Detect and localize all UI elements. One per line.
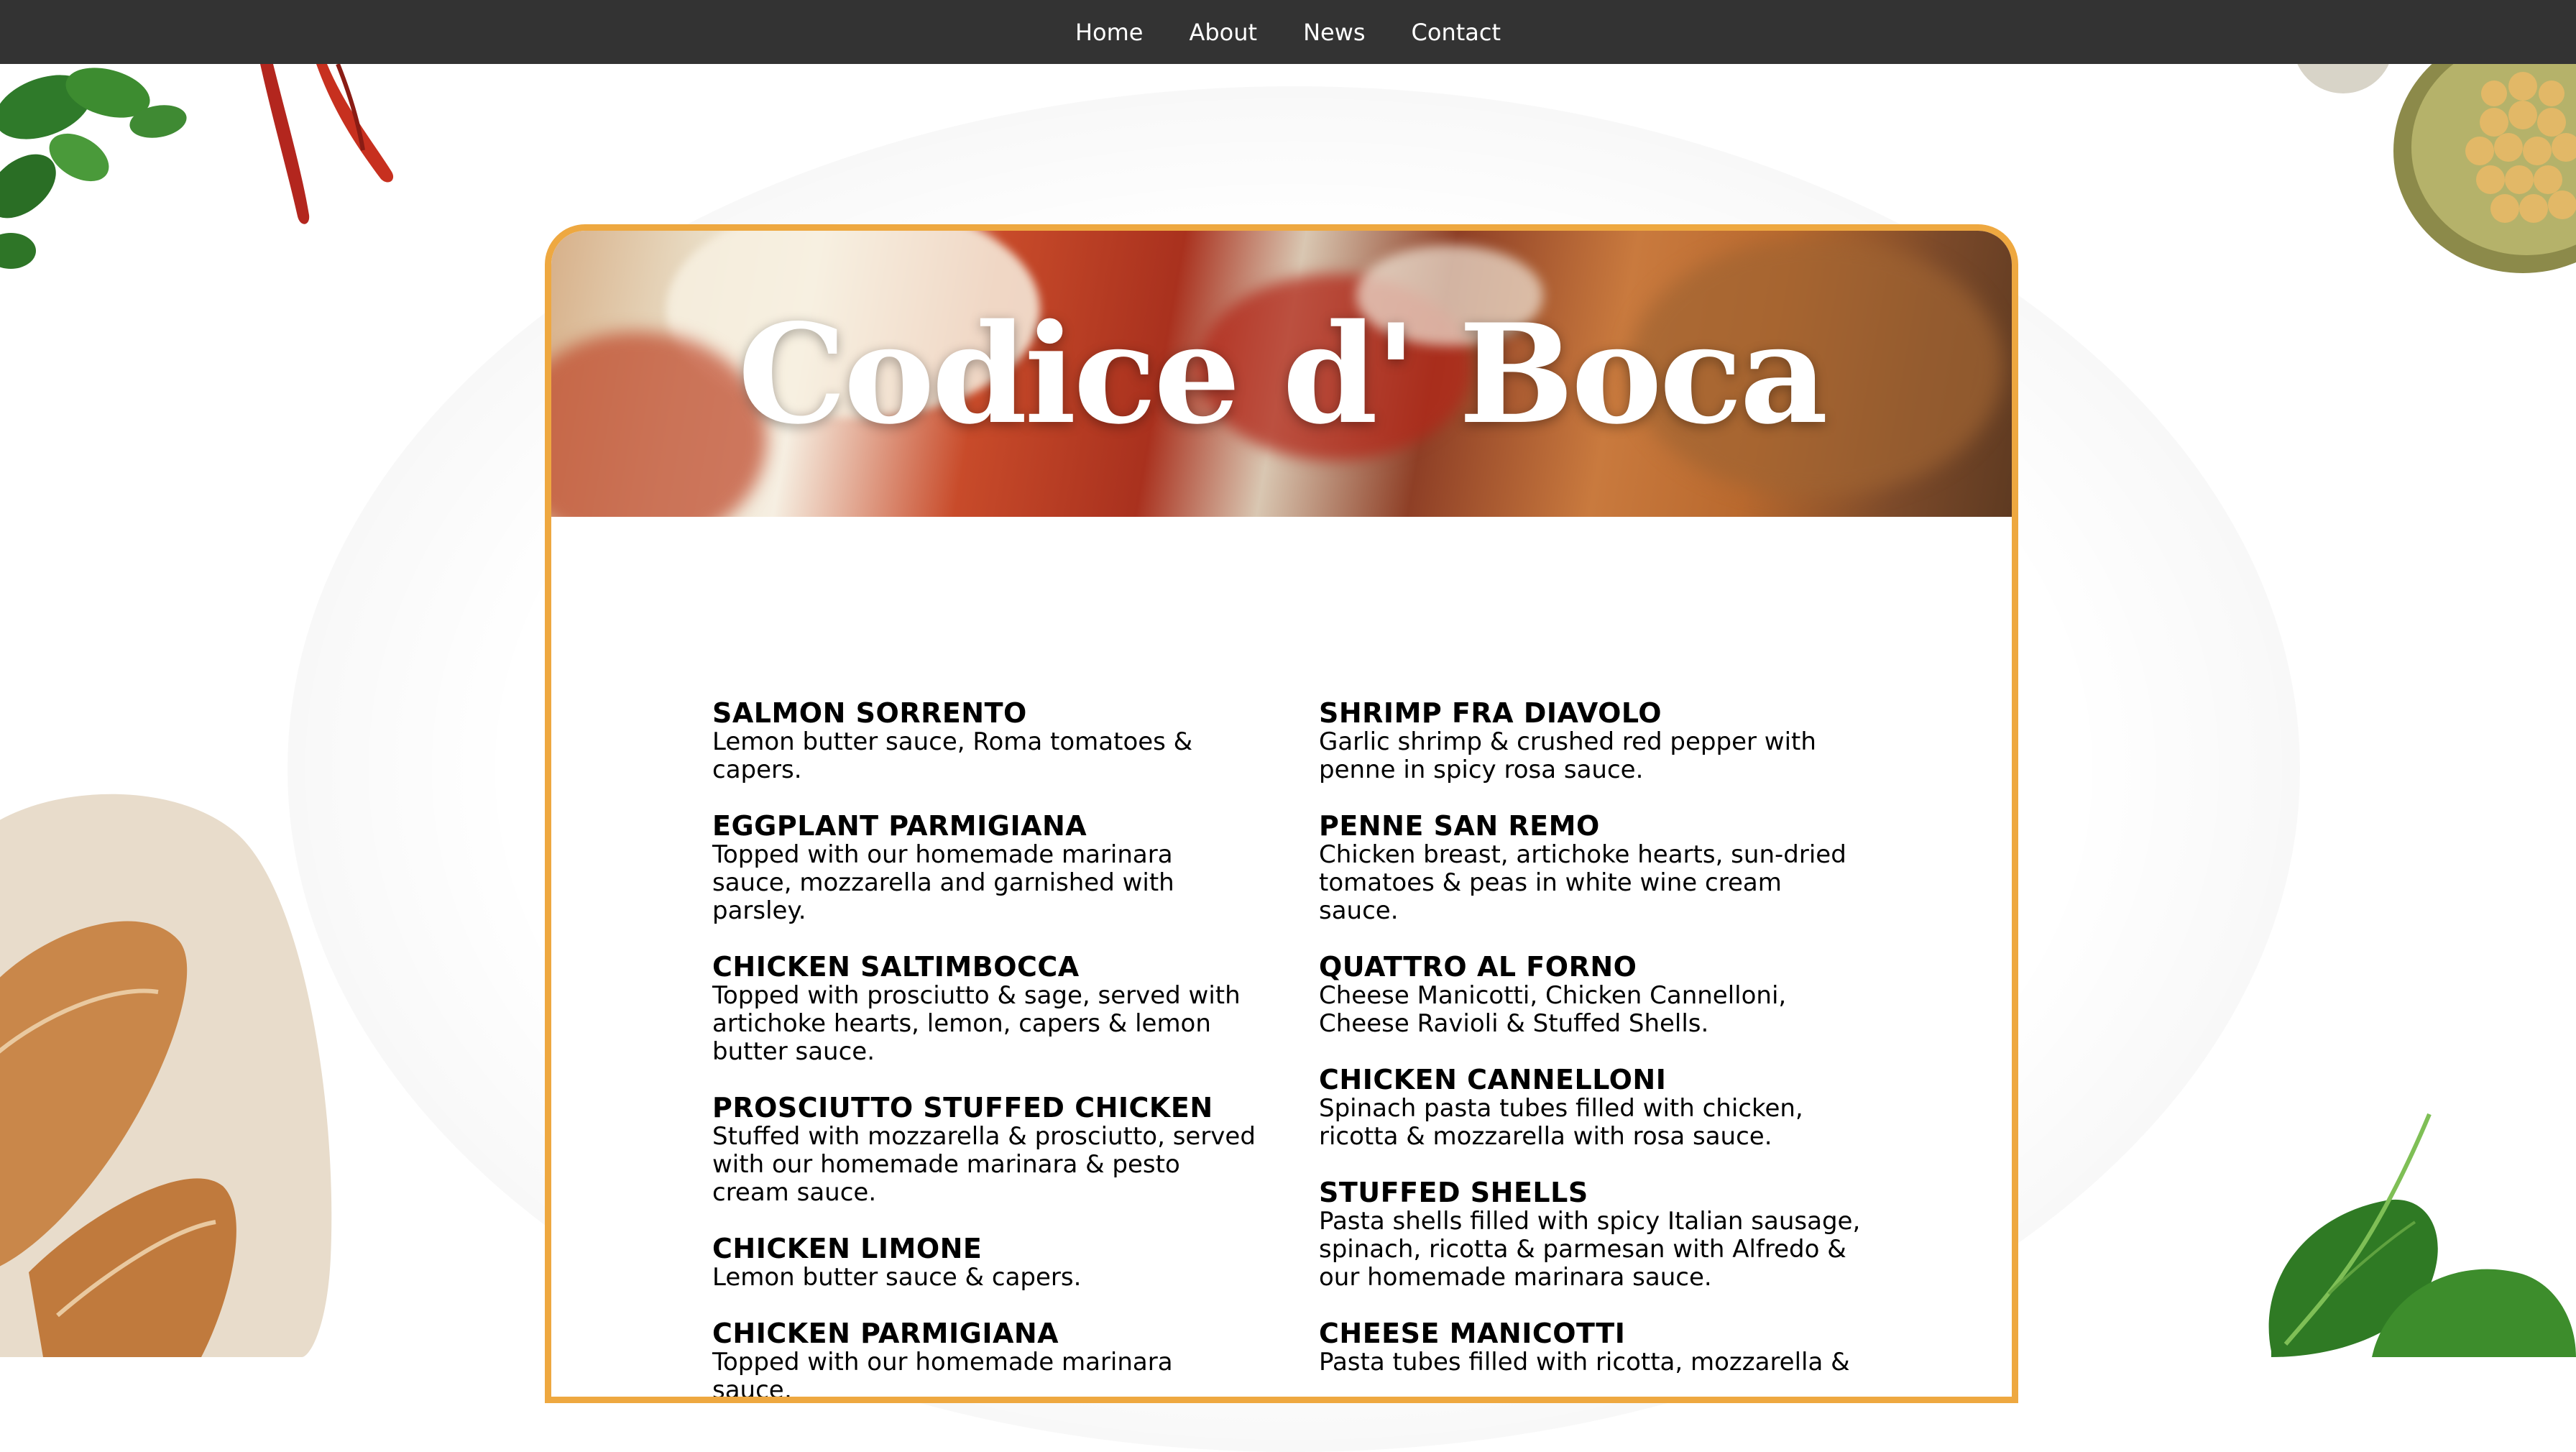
menu-item-name: QUATTRO AL FORNO [1319,951,1637,983]
menu-item-description: Pasta tubes filled with ricotta, mozzare… [1319,1348,1850,1377]
menu-item-name: PROSCIUTTO STUFFED CHICKEN [712,1092,1213,1124]
cilantro-chili-decoration [0,64,394,269]
menu-item-description: Chicken breast, artichoke hearts, sun-dr… [1319,840,1846,925]
top-navigation: Home About News Contact [0,0,2576,64]
restaurant-title: Codice d' Boca [737,293,1828,454]
menu-column-left: SALMON SORRENTO Lemon butter sauce, Roma… [712,698,1259,1403]
menu-item-name: EGGPLANT PARMIGIANA [712,810,1087,842]
menu-item-description: Stuffed with mozzarella & prosciutto, se… [712,1122,1256,1207]
nav-about-link[interactable]: About [1189,19,1257,46]
menu-item-description: Cheese Manicotti, Chicken Cannelloni, Ch… [1319,981,1787,1038]
menu-item-description: Topped with our homemade marinara sauce,… [712,840,1174,925]
menu-item-description: Topped with our homemade marinara sauce, [712,1348,1173,1403]
menu-column-right: SHRIMP FRA DIAVOLO Garlic shrimp & crush… [1319,698,1865,1397]
menu-item: SALMON SORRENTO Lemon butter sauce, Roma… [712,698,1259,784]
menu-item: CHICKEN CANNELLONI Spinach pasta tubes f… [1319,1065,1865,1151]
menu-item: CHICKEN PARMIGIANA Topped with our homem… [712,1318,1259,1403]
menu-item-description: Spinach pasta tubes filled with chicken,… [1319,1094,1803,1151]
menu-item-description: Garlic shrimp & crushed red pepper with … [1319,727,1816,784]
menu-item-description: Pasta shells filled with spicy Italian s… [1319,1207,1861,1292]
menu-item: STUFFED SHELLS Pasta shells filled with … [1319,1177,1865,1292]
nav-news-link[interactable]: News [1303,19,1365,46]
chickpea-bowl-decoration [2293,43,2576,273]
menu-card: Codice d' Boca SALMON SORRENTO Lemon but… [545,224,2018,1403]
bread-loaf-decoration [0,794,332,1357]
menu-item-name: CHICKEN PARMIGIANA [712,1318,1059,1349]
nav-contact-link[interactable]: Contact [1412,19,1501,46]
menu-item-name: STUFFED SHELLS [1319,1177,1588,1208]
menu-item: PROSCIUTTO STUFFED CHICKEN Stuffed with … [712,1093,1259,1207]
nav-home-link[interactable]: Home [1075,19,1144,46]
menu-item-name: PENNE SAN REMO [1319,810,1600,842]
menu-item: CHEESE MANICOTTI Pasta tubes filled with… [1319,1318,1865,1377]
spinach-decoration [2268,1113,2576,1357]
menu-item-name: CHICKEN CANNELLONI [1319,1064,1667,1095]
menu-item: CHICKEN SALTIMBOCCA Topped with prosciut… [712,952,1259,1066]
menu-item-name: SALMON SORRENTO [712,697,1027,729]
menu-item-description: Lemon butter sauce, Roma tomatoes & cape… [712,727,1193,784]
menu-item: PENNE SAN REMO Chicken breast, artichoke… [1319,811,1865,925]
menu-item-name: CHEESE MANICOTTI [1319,1318,1626,1349]
menu-item-description: Lemon butter sauce & capers. [712,1263,1082,1292]
menu-item: EGGPLANT PARMIGIANA Topped with our home… [712,811,1259,925]
menu-item-name: SHRIMP FRA DIAVOLO [1319,697,1662,729]
menu-item: CHICKEN LIMONE Lemon butter sauce & cape… [712,1233,1259,1292]
menu-item-name: CHICKEN LIMONE [712,1233,983,1264]
menu-item-description: Topped with prosciutto & sage, served wi… [712,981,1241,1066]
menu-item: QUATTRO AL FORNO Cheese Manicotti, Chick… [1319,952,1865,1038]
menu-item-name: CHICKEN SALTIMBOCCA [712,951,1080,983]
menu-item: SHRIMP FRA DIAVOLO Garlic shrimp & crush… [1319,698,1865,784]
